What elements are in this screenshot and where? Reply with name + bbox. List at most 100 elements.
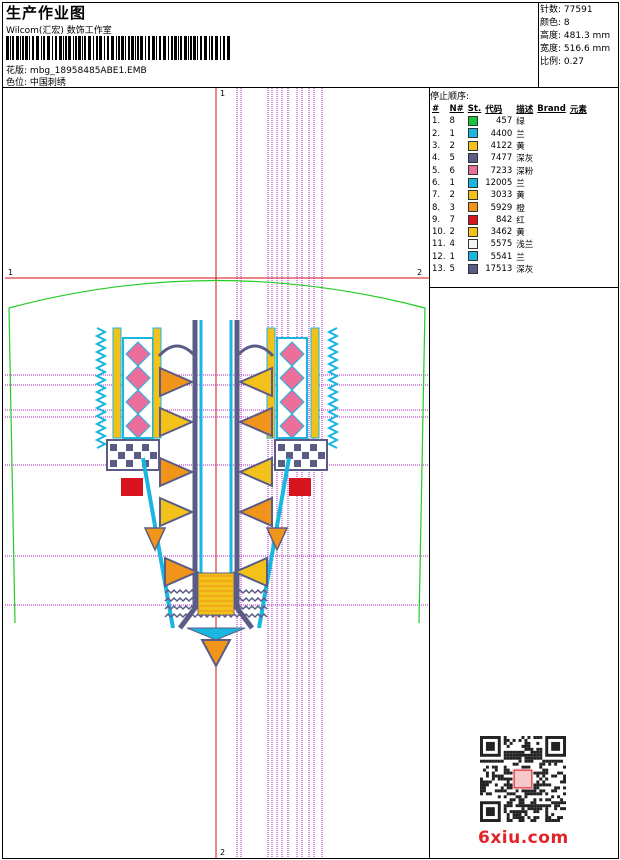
- barcode-bar: [63, 36, 64, 60]
- qr-module: [533, 756, 537, 760]
- qr-module: [509, 777, 513, 781]
- qr-module: [557, 795, 561, 799]
- qr-module: [536, 771, 540, 775]
- arch-motif: [157, 344, 197, 358]
- qr-module: [494, 759, 498, 763]
- barcode-bar: [121, 36, 124, 60]
- barcode-bar: [116, 36, 117, 60]
- axis-label-top: 1: [220, 89, 226, 98]
- stat-colors: 颜色: 8: [540, 18, 570, 28]
- axis-label-left: 1: [8, 268, 14, 277]
- qr-module: [482, 786, 486, 790]
- checker-cell: [142, 444, 149, 451]
- barcode-bar: [171, 36, 173, 60]
- qr-module: [554, 801, 558, 805]
- qr-module: [536, 780, 540, 784]
- qr-module: [482, 789, 486, 793]
- barcode-bar: [184, 36, 187, 60]
- qr-module: [536, 810, 540, 814]
- qr-module: [530, 819, 534, 822]
- legend-description: 绿: [516, 117, 525, 128]
- qr-module: [545, 771, 549, 775]
- qr-module: [545, 816, 549, 820]
- stat-stitches: 针数: 77591: [540, 5, 593, 15]
- qr-module: [536, 774, 540, 778]
- qr-module: [506, 756, 510, 760]
- qr-module: [488, 780, 492, 784]
- qr-module: [485, 780, 489, 784]
- legend-column-header: 代码: [485, 105, 503, 116]
- qr-module: [521, 736, 525, 739]
- qr-module: [512, 738, 516, 742]
- legend-row: 9. 7 842 红: [430, 214, 589, 226]
- barcode-bar: [190, 36, 192, 60]
- barcode-bar: [211, 36, 213, 60]
- legend-index: 13.: [432, 264, 446, 274]
- color-swatch: [467, 153, 478, 164]
- qr-module: [512, 762, 516, 766]
- stat-height: 高度: 481.3 mm: [540, 31, 611, 41]
- checker-cell: [302, 452, 309, 459]
- qr-module: [554, 807, 558, 811]
- barcode-bar: [200, 36, 202, 60]
- qr-module: [521, 750, 525, 754]
- qr-module: [539, 756, 543, 760]
- qr-module: [527, 759, 531, 763]
- qr-module: [503, 795, 507, 799]
- barcode-bar: [152, 36, 155, 60]
- legend-stitches: 12005: [485, 177, 513, 188]
- qr-module: [521, 753, 525, 757]
- qr-module: [539, 807, 543, 811]
- legend-swatch: [466, 214, 483, 226]
- barcode-bar: [156, 36, 157, 60]
- qr-finder-core: [485, 807, 495, 817]
- qr-module: [491, 759, 495, 763]
- stat-width-value: 516.6 mm: [563, 44, 611, 54]
- legend-swatch: [466, 164, 483, 176]
- barcode-bar: [178, 36, 179, 60]
- qr-module: [518, 801, 522, 805]
- qr-module: [533, 789, 537, 793]
- yellow-ladder: [197, 572, 235, 616]
- stat-height-value: 481.3 mm: [563, 31, 611, 41]
- triangle-motif: [237, 496, 273, 528]
- qr-module: [542, 783, 546, 787]
- qr-module: [480, 792, 483, 796]
- qr-module: [480, 786, 483, 790]
- triangle-motif: [159, 366, 195, 398]
- qr-module: [527, 753, 531, 757]
- qr-module: [488, 792, 492, 796]
- qr-module: [563, 807, 566, 811]
- qr-module: [506, 801, 510, 805]
- qr-module: [518, 759, 522, 763]
- stat-width: 宽度: 516.6 mm: [540, 44, 611, 54]
- triangle-motif: [159, 496, 195, 528]
- barcode-bar: [59, 36, 62, 60]
- legend-index: 7.: [432, 190, 441, 201]
- legend-index: 12.: [432, 251, 446, 262]
- barcode-bar: [29, 36, 30, 60]
- qr-module: [506, 768, 510, 772]
- qr-module: [539, 771, 543, 775]
- qr-module: [485, 783, 489, 787]
- checker-cell: [110, 460, 117, 467]
- barcode-bar: [180, 36, 182, 60]
- red-block: [289, 478, 311, 496]
- barcode-bar: [128, 36, 130, 60]
- qr-module: [548, 783, 552, 787]
- checker-cell: [278, 444, 285, 451]
- qr-module: [524, 804, 528, 808]
- pendant-top: [186, 627, 246, 641]
- legend-column-header: 描述: [516, 105, 534, 116]
- barcode-bar: [99, 36, 102, 60]
- legend-index: 2.: [432, 128, 441, 139]
- qr-module: [521, 810, 525, 814]
- qr-module: [557, 771, 561, 775]
- qr-module: [503, 756, 507, 760]
- barcode-bar: [22, 36, 24, 60]
- qr-module: [503, 789, 507, 793]
- small-triangle: [265, 527, 289, 552]
- legend-description: 深灰: [516, 154, 534, 165]
- qr-module: [509, 783, 513, 787]
- legend-needle: 1: [449, 251, 455, 262]
